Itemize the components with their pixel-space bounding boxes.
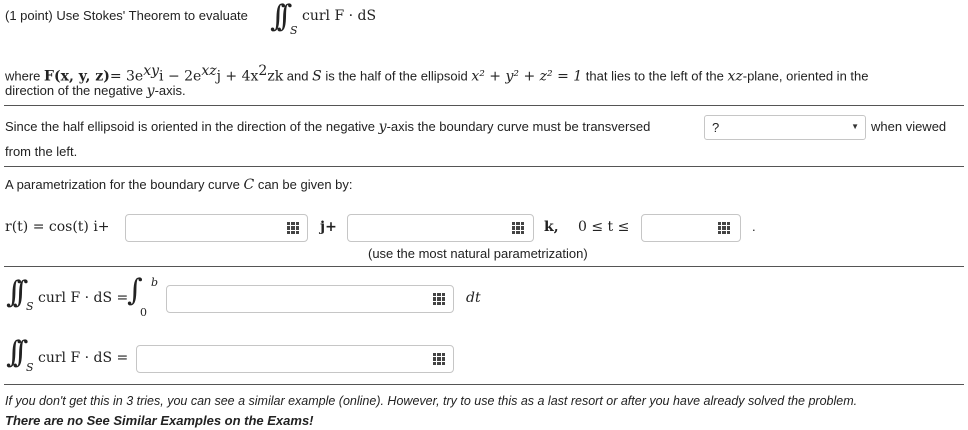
direction-select[interactable]: ? ▼ (704, 115, 866, 140)
field-exp1: xy (143, 63, 160, 79)
q3-lower-limit: 0 (140, 306, 147, 319)
divider-2 (4, 166, 964, 167)
orientation-axis: y (146, 83, 155, 99)
surface-symbol: S (312, 68, 322, 85)
divider-3 (4, 266, 964, 267)
problem-statement-line3: direction of the negative y-axis. (5, 83, 186, 99)
q1-text-c: when viewed (871, 119, 947, 134)
answer-input-4[interactable] (166, 285, 454, 313)
surface-text3: that lies to the left of the (585, 68, 724, 84)
problem-statement-line2: where F(x, y, z)= 3exyi − 2exzj + 4x2zk … (5, 63, 869, 84)
points-label: (1 point) (5, 8, 53, 23)
surface-text1: and (286, 68, 309, 84)
surface-text4: -plane, oriented in the (742, 68, 869, 84)
intro-text: Use Stokes' Theorem to evaluate (56, 8, 248, 23)
q1-text-b: -axis the boundary curve must be transve… (386, 119, 651, 134)
equation-editor-icon[interactable] (433, 293, 445, 305)
equation-editor-icon[interactable] (287, 222, 299, 234)
q4-integral-subscript: S (26, 361, 34, 374)
q1-text-line1: Since the half ellipsoid is oriented in … (5, 119, 650, 135)
direction-select-value: ? (712, 120, 720, 135)
field-rhs: = 3e (109, 68, 144, 85)
integral-subscript: S (290, 24, 298, 37)
k-label: k, (544, 219, 559, 235)
dt-label: dt (466, 290, 481, 306)
where-text: where (5, 68, 41, 84)
q2-text: A parametrization for the boundary curve… (5, 177, 353, 193)
field-sq: 2 (258, 63, 268, 79)
orientation-text-a: direction of the negative (5, 83, 144, 98)
q1-text-d: from the left. (5, 144, 78, 159)
answer-field-2[interactable] (348, 215, 533, 241)
answer-field-1[interactable] (126, 215, 307, 241)
equation-editor-icon[interactable] (718, 222, 730, 234)
field-k: zk (267, 68, 284, 85)
plane-symbol: xz (727, 68, 743, 85)
q1-text-a: Since the half ellipsoid is oriented in … (5, 119, 376, 134)
answer-input-2[interactable] (347, 214, 534, 242)
field-exp2: xz (201, 63, 217, 79)
q3-single-integral: ∫ (127, 273, 143, 308)
divider-4 (4, 384, 964, 385)
q2-text-b: can be given by: (257, 177, 353, 192)
divider-1 (4, 105, 964, 106)
integrand-text: curl F · dS (302, 8, 377, 24)
q3-lhs: curl F · dS = (38, 290, 129, 306)
q3-integral-symbol: ∫∫ (6, 275, 28, 310)
parametrization-hint: (use the most natural parametrization) (368, 246, 588, 261)
field-j: j + 4x (216, 68, 259, 85)
r-lhs: r(t) = cos(t) i+ (5, 219, 110, 235)
surface-text2: is the half of the ellipsoid (325, 68, 468, 84)
chevron-down-icon: ▼ (851, 122, 859, 131)
problem-statement-line1: (1 point) Use Stokes' Theorem to evaluat… (5, 8, 248, 23)
footer-warning: There are no See Similar Examples on the… (5, 413, 314, 428)
orientation-text-b: -axis. (154, 83, 186, 98)
q3-upper-limit: b (151, 276, 159, 289)
answer-input-1[interactable] (125, 214, 308, 242)
q4-integral-symbol: ∫∫ (6, 335, 28, 370)
q4-lhs: curl F · dS = (38, 350, 129, 366)
answer-field-5[interactable] (137, 346, 453, 372)
j-label: j+ (320, 219, 337, 235)
t-range: 0 ≤ t ≤ (578, 219, 630, 235)
field-i: i − 2e (159, 68, 202, 85)
ellipsoid-equation: x² + y² + z² = 1 (471, 68, 583, 85)
footer-note: If you don't get this in 3 tries, you ca… (5, 394, 858, 408)
q2-text-a: A parametrization for the boundary curve (5, 177, 240, 192)
equation-editor-icon[interactable] (433, 353, 445, 365)
period: . (752, 219, 756, 234)
integral-symbol: ∫∫ (270, 0, 292, 34)
q1-axis: y (378, 119, 387, 135)
equation-editor-icon[interactable] (512, 222, 524, 234)
q3-integral-subscript: S (26, 300, 34, 313)
answer-field-4[interactable] (167, 286, 453, 312)
q2-curve: C (243, 177, 255, 193)
field-lhs: F(x, y, z) (44, 68, 110, 85)
answer-input-5[interactable] (136, 345, 454, 373)
